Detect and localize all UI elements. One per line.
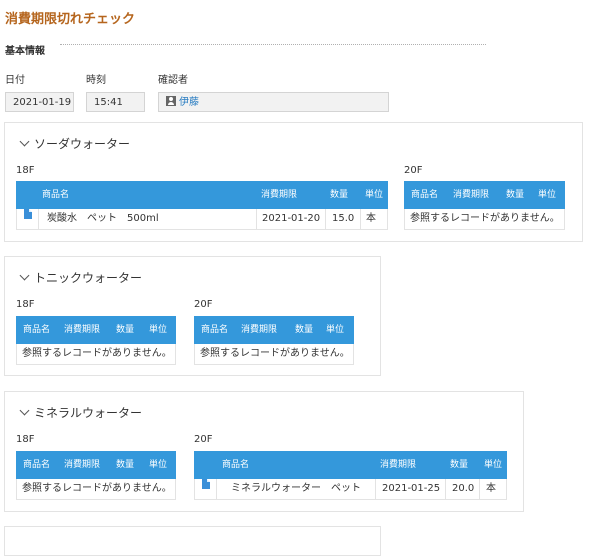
- col-header-name: 商品名: [222, 460, 250, 470]
- table-header: 商品名 消費期限 数量 単位: [194, 451, 507, 479]
- cell-qty: 15.0: [332, 213, 355, 224]
- table-header: 商品名 消費期限 数量 単位: [404, 181, 565, 209]
- record-doc-icon[interactable]: [202, 479, 210, 489]
- cell-divider: [445, 479, 446, 499]
- floor-label-20f: 20F: [194, 434, 213, 445]
- date-label: 日付: [5, 75, 25, 86]
- col-header-name: 商品名: [42, 190, 70, 200]
- cell-expiry: 2021-01-20: [262, 213, 321, 224]
- floor-label-20f: 20F: [404, 165, 423, 176]
- col-header-expiry: 消費期限: [241, 325, 278, 335]
- chevron-down-icon: [19, 270, 30, 281]
- col-header-name: 商品名: [23, 460, 51, 470]
- table-row[interactable]: ミネラルウォーター ペット 2021-01-25 20.0 本: [194, 479, 507, 500]
- chevron-down-icon: [19, 136, 30, 147]
- checker-label: 確認者: [158, 75, 188, 86]
- col-header-qty: 数量: [295, 325, 314, 335]
- group-next-partial: [4, 526, 381, 556]
- cell-divider: [216, 479, 217, 499]
- col-header-unit: 単位: [484, 460, 503, 470]
- checker-name-link[interactable]: 伊藤: [179, 97, 199, 108]
- col-header-expiry: 消費期限: [261, 190, 298, 200]
- cell-divider: [325, 209, 326, 229]
- subtable-mineral-18f: 商品名 消費期限 数量 単位 参照するレコードがありません。: [16, 451, 176, 500]
- table-row[interactable]: 炭酸水 ペット 500ml 2021-01-20 15.0 本: [16, 209, 388, 230]
- subtable-soda-20f: 商品名 消費期限 数量 単位 参照するレコードがありません。: [404, 181, 565, 230]
- subtable-soda-18f: 商品名 消費期限 数量 単位 炭酸水 ペット 500ml 2021-01-20 …: [16, 181, 388, 230]
- user-icon: [166, 96, 176, 106]
- chevron-down-icon: [19, 405, 30, 416]
- date-value[interactable]: 2021-01-19: [5, 92, 74, 112]
- floor-label-18f: 18F: [16, 165, 35, 176]
- cell-name: ミネラルウォーター ペット: [231, 483, 361, 494]
- col-header-name: 商品名: [201, 325, 229, 335]
- floor-label-18f: 18F: [16, 434, 35, 445]
- cell-divider: [375, 479, 376, 499]
- group-header-soda-water[interactable]: ソーダウォーター: [19, 135, 131, 152]
- table-header: 商品名 消費期限 数量 単位: [16, 451, 176, 479]
- col-header-qty: 数量: [116, 460, 135, 470]
- group-title: ソーダウォーター: [34, 137, 131, 151]
- table-header: 商品名 消費期限 数量 単位: [16, 316, 176, 344]
- col-header-qty: 数量: [330, 190, 349, 200]
- subtable-tonic-18f: 商品名 消費期限 数量 単位 参照するレコードがありません。: [16, 316, 176, 365]
- floor-label-20f: 20F: [194, 299, 213, 310]
- col-header-name: 商品名: [411, 190, 439, 200]
- col-header-qty: 数量: [116, 325, 135, 335]
- section-divider: [60, 44, 486, 45]
- cell-divider: [38, 209, 39, 229]
- time-field: 時刻 15:41: [86, 71, 145, 112]
- group-title: ミネラルウォーター: [34, 406, 143, 420]
- col-header-name: 商品名: [23, 325, 51, 335]
- section-label-basic-info: 基本情報: [5, 46, 45, 57]
- col-header-unit: 単位: [149, 460, 168, 470]
- table-header: 商品名 消費期限 数量 単位: [194, 316, 354, 344]
- empty-message: 参照するレコードがありません。: [194, 344, 354, 365]
- group-header-tonic-water[interactable]: トニックウォーター: [19, 269, 143, 286]
- cell-name: 炭酸水 ペット 500ml: [47, 213, 159, 224]
- time-label: 時刻: [86, 75, 106, 86]
- checker-field: 確認者 伊藤: [158, 71, 389, 112]
- group-title: トニックウォーター: [34, 271, 143, 285]
- cell-expiry: 2021-01-25: [382, 483, 441, 494]
- record-doc-icon[interactable]: [24, 209, 32, 219]
- subtable-tonic-20f: 商品名 消費期限 数量 単位 参照するレコードがありません。: [194, 316, 354, 365]
- cell-qty: 20.0: [452, 483, 475, 494]
- empty-message: 参照するレコードがありません。: [404, 209, 565, 230]
- col-header-expiry: 消費期限: [380, 460, 417, 470]
- subtable-mineral-20f: 商品名 消費期限 数量 単位 ミネラルウォーター ペット 2021-01-25 …: [194, 451, 507, 500]
- col-header-unit: 単位: [538, 190, 557, 200]
- col-header-unit: 単位: [149, 325, 168, 335]
- cell-unit: 本: [486, 483, 496, 494]
- col-header-unit: 単位: [326, 325, 345, 335]
- col-header-qty: 数量: [506, 190, 525, 200]
- page-title: 消費期限切れチェック: [5, 12, 136, 27]
- col-header-expiry: 消費期限: [64, 460, 101, 470]
- cell-divider: [360, 209, 361, 229]
- cell-unit: 本: [366, 213, 376, 224]
- col-header-expiry: 消費期限: [64, 325, 101, 335]
- empty-message: 参照するレコードがありません。: [16, 344, 176, 365]
- col-header-unit: 単位: [365, 190, 384, 200]
- cell-divider: [256, 209, 257, 229]
- group-header-mineral-water[interactable]: ミネラルウォーター: [19, 404, 143, 421]
- date-field: 日付 2021-01-19: [5, 71, 74, 112]
- col-header-expiry: 消費期限: [453, 190, 490, 200]
- floor-label-18f: 18F: [16, 299, 35, 310]
- checker-value[interactable]: 伊藤: [158, 92, 389, 112]
- time-value[interactable]: 15:41: [86, 92, 145, 112]
- cell-divider: [479, 479, 480, 499]
- col-header-qty: 数量: [450, 460, 469, 470]
- table-header: 商品名 消費期限 数量 単位: [16, 181, 388, 209]
- empty-message: 参照するレコードがありません。: [16, 479, 176, 500]
